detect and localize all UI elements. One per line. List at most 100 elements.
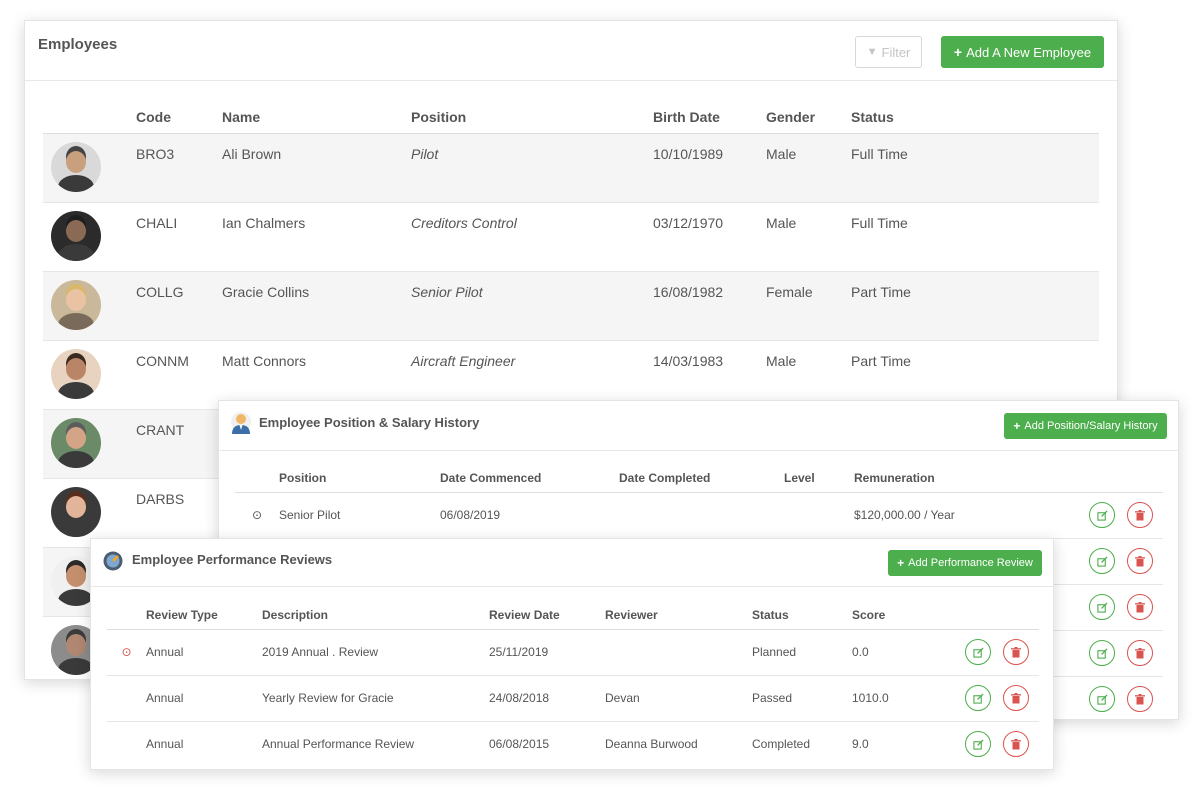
plus-icon: + <box>897 556 905 570</box>
col-position: Position <box>279 465 440 493</box>
performance-reviews-header: Employee Performance Reviews + Add Perfo… <box>91 539 1053 587</box>
add-employee-button[interactable]: + Add A New Employee <box>941 36 1104 68</box>
review-status: Planned <box>752 629 852 676</box>
edit-button[interactable] <box>1089 502 1115 528</box>
col-level: Level <box>784 465 854 493</box>
employee-code: DARBS <box>136 478 222 548</box>
col-actions <box>1054 465 1163 493</box>
col-name[interactable]: Name <box>222 101 411 134</box>
delete-button[interactable] <box>1003 685 1029 711</box>
edit-button[interactable] <box>965 685 991 711</box>
col-marker <box>235 465 279 493</box>
avatar-cell <box>43 133 136 203</box>
employee-status: Part Time <box>851 340 1099 410</box>
trash-icon <box>1011 692 1021 703</box>
delete-button[interactable] <box>1003 731 1029 758</box>
table-row: Annual Yearly Review for Gracie 24/08/20… <box>107 675 1039 722</box>
delete-button[interactable] <box>1127 502 1153 528</box>
add-performance-review-button[interactable]: + Add Performance Review <box>888 550 1042 576</box>
filter-button[interactable]: ▼ Filter <box>855 36 922 68</box>
employee-gender: Female <box>766 271 851 341</box>
employee-code: CHALI <box>136 202 222 272</box>
avatar-cell <box>43 340 136 410</box>
col-code[interactable]: Code <box>136 101 222 134</box>
review-type: Annual <box>146 675 262 722</box>
filter-label: Filter <box>881 44 911 60</box>
col-status[interactable]: Status <box>851 101 1099 134</box>
col-description: Description <box>262 601 489 630</box>
avatar <box>51 348 101 399</box>
avatar <box>51 141 101 192</box>
row-actions <box>1054 630 1163 677</box>
review-date: 24/08/2018 <box>489 675 605 722</box>
row-actions <box>940 675 1039 722</box>
delete-button[interactable] <box>1003 639 1029 665</box>
avatar <box>51 279 101 330</box>
col-position[interactable]: Position <box>411 101 653 134</box>
avatar-cell <box>43 409 136 479</box>
review-status: Passed <box>752 675 852 722</box>
table-row[interactable]: COLLG Gracie Collins Senior Pilot 16/08/… <box>43 271 1099 341</box>
avatar <box>51 486 101 537</box>
col-date-completed: Date Completed <box>619 465 784 493</box>
trash-icon <box>1135 509 1145 520</box>
add-salary-history-button[interactable]: + Add Position/Salary History <box>1004 413 1167 439</box>
edit-icon <box>1096 509 1108 521</box>
employee-position: Pilot <box>411 133 653 203</box>
employee-name[interactable]: Ali Brown <box>222 133 411 203</box>
table-row[interactable]: CHALI Ian Chalmers Creditors Control 03/… <box>43 202 1099 272</box>
employees-header: Employees ▼ Filter + Add A New Employee <box>25 21 1117 81</box>
employee-code: COLLG <box>136 271 222 341</box>
edit-button[interactable] <box>1089 640 1115 666</box>
employee-status: Part Time <box>851 271 1099 341</box>
employee-position: Senior Pilot <box>411 271 653 341</box>
history-date-commenced: 06/08/2019 <box>440 492 619 539</box>
employees-header-row: Code Name Position Birth Date Gender Sta… <box>43 101 1099 134</box>
edit-icon <box>1096 601 1108 613</box>
edit-button[interactable] <box>1089 594 1115 620</box>
delete-button[interactable] <box>1127 548 1153 574</box>
edit-icon <box>1096 555 1108 567</box>
user-icon <box>231 412 251 434</box>
salary-history-title: Employee Position & Salary History <box>259 415 480 430</box>
edit-icon <box>1096 693 1108 705</box>
delete-button[interactable] <box>1127 640 1153 666</box>
edit-icon <box>1096 647 1108 659</box>
employee-name[interactable]: Ian Chalmers <box>222 202 411 272</box>
table-row[interactable]: BRO3 Ali Brown Pilot 10/10/1989 Male Ful… <box>43 133 1099 203</box>
review-date: 06/08/2015 <box>489 737 550 752</box>
employee-status: Full Time <box>851 133 1099 203</box>
review-type: Annual <box>146 629 262 676</box>
employee-name[interactable]: Gracie Collins <box>222 271 411 341</box>
table-row[interactable]: CONNM Matt Connors Aircraft Engineer 14/… <box>43 340 1099 410</box>
row-actions <box>1054 492 1163 539</box>
delete-button[interactable] <box>1127 594 1153 620</box>
employee-name[interactable]: Matt Connors <box>222 340 411 410</box>
employee-gender: Male <box>766 340 851 410</box>
table-row: Annual Annual Performance Review 06/08/2… <box>107 721 1039 767</box>
col-review-type: Review Type <box>146 601 262 630</box>
col-birth-date[interactable]: Birth Date <box>653 101 766 134</box>
employee-birth-date: 14/03/1983 <box>653 340 766 410</box>
performance-reviews-card: Employee Performance Reviews + Add Perfo… <box>90 538 1054 770</box>
edit-button[interactable] <box>965 731 991 758</box>
edit-button[interactable] <box>1089 548 1115 574</box>
table-row: ⊙ Senior Pilot 06/08/2019 $120,000.00 / … <box>235 492 1163 539</box>
row-actions <box>1054 538 1163 585</box>
employee-position: Aircraft Engineer <box>411 340 653 410</box>
row-actions <box>1054 584 1163 631</box>
add-performance-review-label: Add Performance Review <box>908 557 1033 569</box>
review-reviewer: Devan <box>605 675 752 722</box>
filter-icon: ▼ <box>866 46 878 58</box>
edit-button[interactable] <box>1089 686 1115 712</box>
trash-icon <box>1135 647 1145 658</box>
delete-button[interactable] <box>1127 686 1153 712</box>
col-gender[interactable]: Gender <box>766 101 851 134</box>
edit-button[interactable] <box>965 639 991 665</box>
history-position: Senior Pilot <box>279 492 440 539</box>
review-date: 25/11/2019 <box>489 629 605 676</box>
alert-circle-icon: ⊙ <box>107 629 146 676</box>
plus-icon: + <box>953 44 963 60</box>
avatar <box>51 417 101 468</box>
trash-icon <box>1135 555 1145 566</box>
